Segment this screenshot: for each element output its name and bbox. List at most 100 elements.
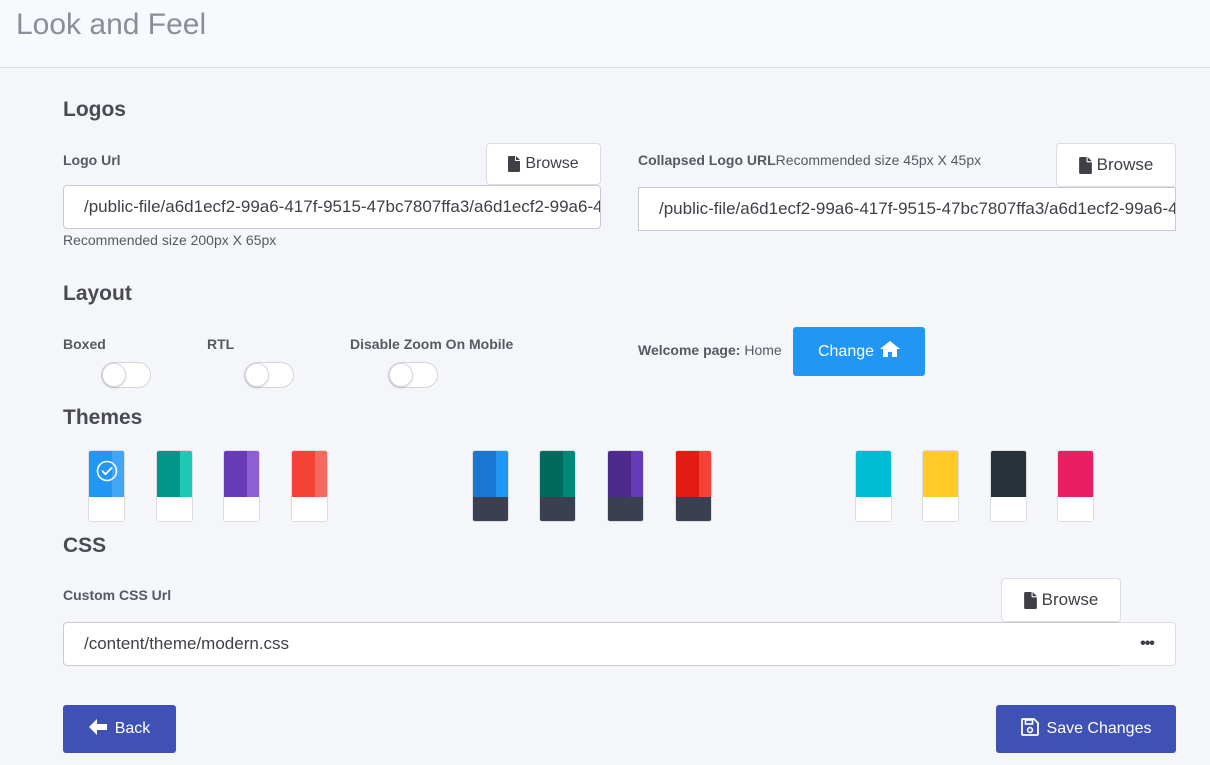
toggle-knob xyxy=(245,363,269,387)
save-icon xyxy=(1020,717,1039,741)
collapsed-logo-browse-label: Browse xyxy=(1096,155,1154,174)
swatch-sidebar-color xyxy=(157,497,192,521)
boxed-toggle[interactable] xyxy=(101,362,151,388)
file-icon xyxy=(1023,591,1037,609)
swatch-sidebar-color xyxy=(856,497,891,521)
theme-swatch-blue[interactable] xyxy=(88,450,125,522)
logo-url-help: Recommended size 200px X 65px xyxy=(63,232,277,248)
file-icon xyxy=(1078,156,1092,174)
save-changes-button[interactable]: Save Changes xyxy=(996,705,1176,753)
swatch-primary xyxy=(292,451,316,497)
theme-swatch-purple[interactable] xyxy=(223,450,260,522)
theme-swatch-cyan[interactable] xyxy=(855,450,892,522)
change-label: Change xyxy=(817,342,875,360)
swatch-secondary xyxy=(631,451,643,497)
theme-swatch-red-dark[interactable] xyxy=(675,450,712,522)
swatch-sidebar-color xyxy=(991,497,1026,521)
swatch-secondary xyxy=(879,451,891,497)
back-label: Back xyxy=(114,720,151,737)
collapsed-logo-url-label: Collapsed Logo URL xyxy=(638,152,776,168)
swatch-primary xyxy=(157,451,181,497)
swatch-secondary xyxy=(315,451,327,497)
swatch-sidebar-color xyxy=(473,497,508,521)
arrow-left-icon xyxy=(88,718,107,740)
welcome-page-value: Home xyxy=(744,342,782,358)
swatch-sidebar-color xyxy=(540,497,575,521)
theme-swatch-red[interactable] xyxy=(291,450,328,522)
swatch-header-color xyxy=(856,451,891,497)
collapsed-logo-browse-button[interactable]: Browse xyxy=(1056,143,1176,187)
swatch-sidebar-color xyxy=(676,497,711,521)
swatch-sidebar-color xyxy=(1058,497,1093,521)
swatch-secondary xyxy=(247,451,259,497)
css-section-title: CSS xyxy=(63,534,107,557)
theme-swatch-dark[interactable] xyxy=(990,450,1027,522)
change-welcome-page-button[interactable]: Change xyxy=(793,327,925,376)
swatch-primary xyxy=(923,451,947,497)
file-icon xyxy=(508,156,521,172)
theme-swatch-blue-dark[interactable] xyxy=(472,450,509,522)
custom-css-url-input[interactable]: /content/theme/modern.css xyxy=(63,622,1120,666)
home-icon xyxy=(880,341,901,362)
css-browse-button[interactable]: Browse xyxy=(1001,578,1121,622)
swatch-sidebar-color xyxy=(608,497,643,521)
swatch-header-color xyxy=(1058,451,1093,497)
swatch-sidebar-color xyxy=(89,497,124,521)
swatch-header-color xyxy=(224,451,259,497)
swatch-header-color xyxy=(991,451,1026,497)
swatch-primary xyxy=(224,451,248,497)
swatch-sidebar-color xyxy=(923,497,958,521)
logos-section-title: Logos xyxy=(63,98,126,121)
swatch-header-color xyxy=(923,451,958,497)
theme-swatch-purple-dark[interactable] xyxy=(607,450,644,522)
theme-swatch-pink[interactable] xyxy=(1057,450,1094,522)
swatch-primary xyxy=(676,451,700,497)
swatch-sidebar-color xyxy=(224,497,259,521)
logo-url-label: Logo Url xyxy=(63,152,121,168)
welcome-page-label: Welcome page: xyxy=(638,342,741,358)
swatch-secondary xyxy=(563,451,575,497)
swatch-primary xyxy=(473,451,497,497)
swatch-sidebar-color xyxy=(292,497,327,521)
swatch-primary xyxy=(991,451,1015,497)
themes-section-title: Themes xyxy=(63,406,143,429)
swatch-header-color xyxy=(473,451,508,497)
rtl-toggle[interactable] xyxy=(244,362,294,388)
logo-browse-label: Browse xyxy=(525,155,579,172)
swatch-header-color xyxy=(157,451,192,497)
boxed-label: Boxed xyxy=(63,336,106,352)
swatch-primary xyxy=(856,451,880,497)
page-header: Look and Feel xyxy=(0,0,1210,68)
more-icon: ••• xyxy=(1140,635,1155,652)
theme-swatch-amber[interactable] xyxy=(922,450,959,522)
css-browse-label: Browse xyxy=(1041,590,1099,609)
toggle-knob xyxy=(389,363,413,387)
swatch-secondary xyxy=(946,451,958,497)
disable-zoom-toggle[interactable] xyxy=(388,362,438,388)
swatch-primary xyxy=(608,451,632,497)
swatch-header-color xyxy=(540,451,575,497)
logo-browse-button[interactable]: Browse xyxy=(486,143,601,185)
disable-zoom-label: Disable Zoom On Mobile xyxy=(350,336,514,352)
swatch-header-color xyxy=(676,451,711,497)
logo-url-input[interactable]: /public-file/a6d1ecf2-99a6-417f-9515-47b… xyxy=(63,185,601,229)
swatch-secondary xyxy=(496,451,508,497)
welcome-page-row: Welcome page: Home xyxy=(638,342,782,358)
collapsed-logo-url-help: Recommended size 45px X 45px xyxy=(775,152,982,168)
swatch-primary xyxy=(540,451,564,497)
theme-swatch-teal[interactable] xyxy=(156,450,193,522)
check-circle-icon xyxy=(96,460,118,487)
back-button[interactable]: Back xyxy=(63,705,176,753)
custom-css-url-label: Custom CSS Url xyxy=(63,587,172,603)
theme-swatch-teal-dark[interactable] xyxy=(539,450,576,522)
layout-section-title: Layout xyxy=(63,282,132,305)
swatch-header-color xyxy=(292,451,327,497)
page-title: Look and Feel xyxy=(16,8,207,41)
save-changes-label: Save Changes xyxy=(1046,720,1152,737)
rtl-label: RTL xyxy=(207,336,235,352)
swatch-secondary xyxy=(1081,451,1093,497)
collapsed-logo-url-input[interactable]: /public-file/a6d1ecf2-99a6-417f-9515-47b… xyxy=(638,187,1176,231)
css-more-button[interactable]: ••• xyxy=(1119,622,1176,666)
swatch-secondary xyxy=(180,451,192,497)
swatch-secondary xyxy=(1014,451,1026,497)
